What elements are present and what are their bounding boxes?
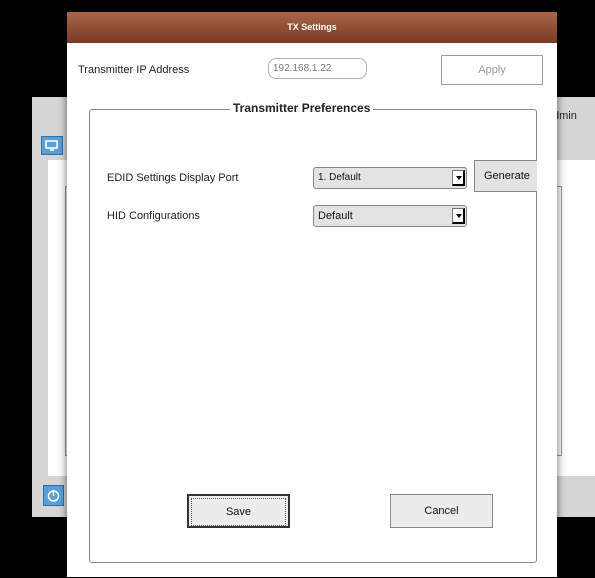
hid-configurations-select[interactable]: Default [313,205,467,227]
generate-button[interactable]: Generate [474,160,537,192]
edid-settings-label: EDID Settings Display Port [107,172,239,184]
cancel-button[interactable]: Cancel [390,494,493,528]
save-button-label: Save [191,498,286,526]
hid-selected-value: Default [318,210,353,222]
group-title: Transmitter Preferences [230,101,374,115]
chevron-down-icon [452,208,465,224]
power-icon[interactable] [43,485,64,506]
dialog-title: TX Settings [67,12,557,43]
save-button[interactable]: Save [187,494,290,528]
ip-address-input[interactable] [268,58,367,79]
edid-selected-value: 1. Default [318,172,361,183]
hid-configurations-label: HID Configurations [107,210,200,222]
apply-button[interactable]: Apply [441,55,543,85]
chevron-down-icon [452,170,465,186]
tx-settings-dialog: TX Settings Transmitter IP Address Apply… [67,12,557,577]
monitor-icon[interactable] [41,136,63,155]
ip-address-label: Transmitter IP Address [78,64,190,76]
edid-settings-select[interactable]: 1. Default [313,167,467,189]
